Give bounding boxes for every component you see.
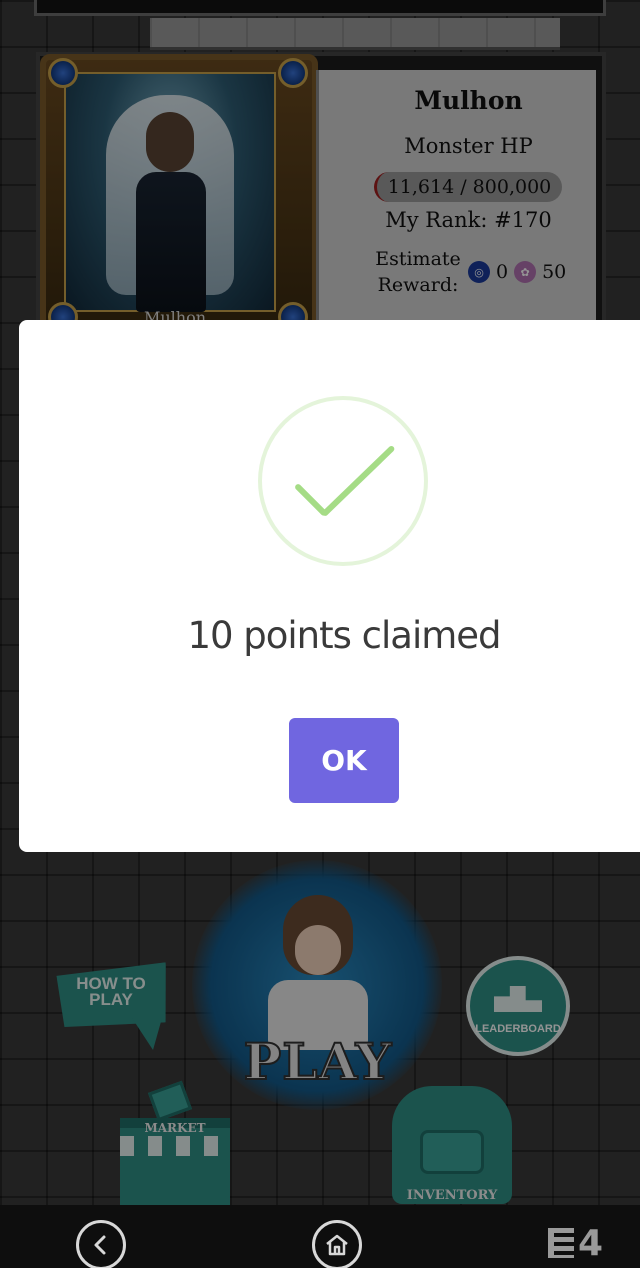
logo-bars-icon [548,1228,574,1258]
success-ring [258,396,428,566]
home-icon [326,1234,348,1256]
logo-text: 4 [578,1222,604,1264]
ok-button[interactable]: OK [289,718,399,803]
home-button[interactable] [312,1220,362,1268]
back-button[interactable] [76,1220,126,1268]
dialog-title: 10 points claimed [187,614,501,657]
app-logo[interactable]: 4 [548,1222,603,1264]
chevron-left-icon [94,1235,106,1255]
